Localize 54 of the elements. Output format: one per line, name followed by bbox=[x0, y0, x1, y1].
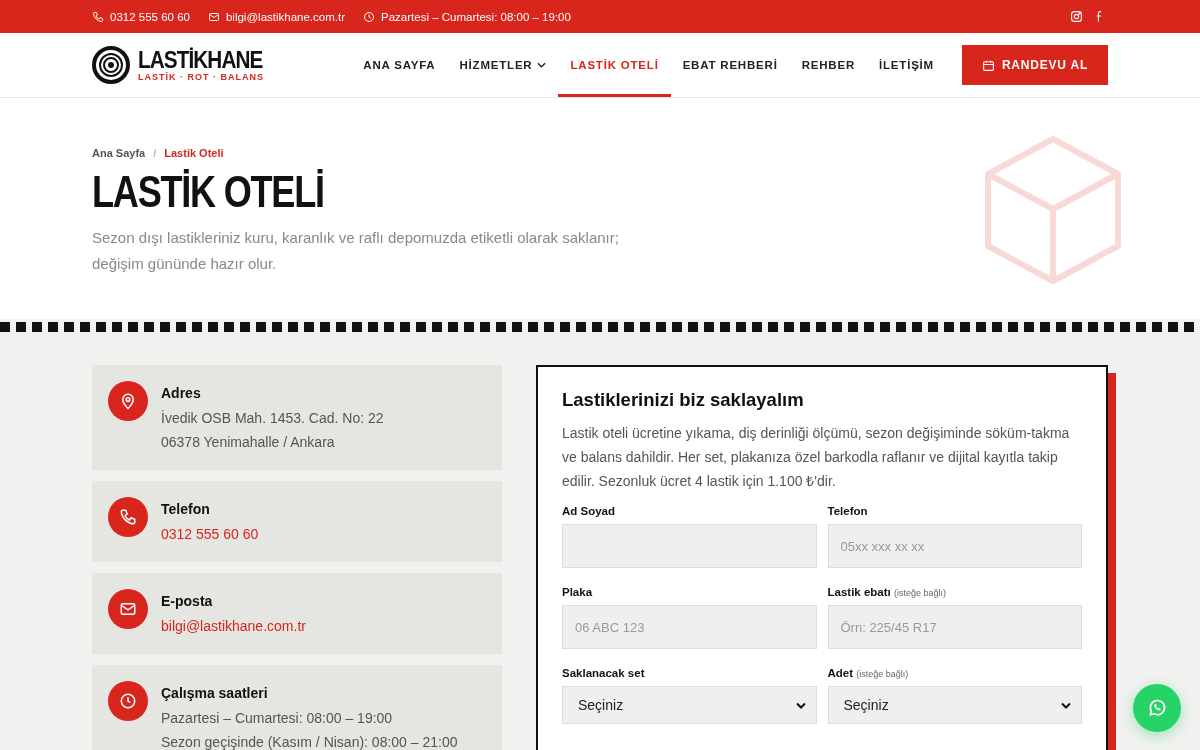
field-label: Telefon bbox=[827, 505, 869, 517]
input-field[interactable]: Örn: 225/45 R17 bbox=[827, 605, 1082, 649]
nav-link[interactable]: İLETİŞİM bbox=[867, 33, 946, 97]
field-label: Adet (isteğe bağlı) bbox=[827, 667, 910, 679]
location-pin-icon bbox=[119, 392, 137, 410]
appointment-button[interactable]: RANDEVU AL bbox=[962, 45, 1108, 85]
select-field[interactable]: Seçiniz bbox=[827, 686, 1082, 724]
tire-logo-icon[interactable] bbox=[92, 46, 130, 84]
chevron-down-icon bbox=[795, 701, 806, 709]
phone-icon bbox=[119, 508, 137, 526]
page-title: LASTİK OTELİ bbox=[92, 166, 325, 217]
form-description: Lastik oteli ücretine yıkama, diş derinliği ölçümü, sezon değişiminde söküm-takma ve balans dahildir. Her set, plakanıza özel barkodla raflanır ve dijital kayıtla takip edilir. Sezonluk ücret 4 lastik için 1.100 ₺'dir. bbox=[562, 424, 1071, 491]
card-title: Adres bbox=[161, 384, 202, 402]
brand-tagline: LASTİK · ROT · BALANS bbox=[138, 72, 265, 82]
card-title: E-posta bbox=[161, 592, 214, 610]
field-label: Ad Soyad bbox=[562, 505, 617, 517]
contact-detail: İvedik OSB Mah. 1453. Cad. No: 22 bbox=[161, 409, 384, 428]
mail-icon bbox=[119, 600, 137, 618]
card-title: Çalışma saatleri bbox=[161, 684, 269, 702]
whatsapp-icon bbox=[1147, 698, 1167, 718]
contact-detail: 06378 Yenimahalle / Ankara bbox=[161, 433, 336, 452]
brand-name[interactable]: LASTİKHANE bbox=[138, 48, 263, 72]
field-label: Saklanacak set bbox=[562, 667, 646, 679]
contact-detail: Pazartesi – Cumartesi: 08:00 – 19:00 bbox=[161, 709, 394, 728]
clock-icon bbox=[119, 692, 137, 710]
nav-link[interactable]: REHBER bbox=[789, 33, 868, 97]
breadcrumb-separator: / bbox=[153, 146, 157, 159]
field-label: Plaka bbox=[562, 586, 594, 598]
breadcrumb-link[interactable]: Ana Sayfa bbox=[92, 146, 146, 159]
input-field[interactable] bbox=[562, 524, 817, 568]
nav-link[interactable]: ANA SAYFA bbox=[351, 33, 448, 97]
mail-icon bbox=[207, 10, 220, 23]
phone-link[interactable]: 0312 555 60 60 bbox=[110, 10, 190, 23]
instagram-icon[interactable] bbox=[1070, 10, 1083, 23]
nav-link[interactable]: EBAT REHBERİ bbox=[670, 33, 790, 97]
input-field[interactable]: 05xx xxx xx xx bbox=[827, 524, 1082, 568]
field-label: Lastik ebatı (isteğe bağlı) bbox=[827, 586, 947, 598]
opening-hours: Pazartesi – Cumartesi: 08:00 – 19:00 bbox=[381, 10, 571, 23]
page-description: Sezon dışı lastikleriniz kuru, karanlık ve raflı depomuzda etiketli olarak saklanır; değişim gününde hazır olur. bbox=[92, 227, 620, 274]
nav-link[interactable]: HİZMETLER bbox=[447, 33, 559, 97]
calendar-icon bbox=[981, 58, 995, 72]
email-link[interactable]: bilgi@lastikhane.com.tr bbox=[225, 10, 345, 23]
input-field[interactable]: 06 ABC 123 bbox=[562, 605, 817, 649]
clock-icon bbox=[363, 10, 375, 23]
contact-detail: Sezon geçişinde (Kasım / Nisan): 08:00 – 21:00 bbox=[161, 733, 458, 750]
phone-icon bbox=[92, 10, 104, 23]
contact-link[interactable]: bilgi@lastikhane.com.tr bbox=[161, 614, 306, 638]
select-field[interactable]: Seçiniz bbox=[562, 686, 817, 724]
card-title: Telefon bbox=[161, 500, 211, 518]
breadcrumb-current: Lastik Oteli bbox=[164, 146, 224, 159]
facebook-icon[interactable] bbox=[1095, 10, 1104, 23]
contact-link[interactable]: 0312 555 60 60 bbox=[161, 522, 259, 546]
form-title: Lastiklerinizi biz saklayalım bbox=[562, 389, 805, 411]
chevron-down-icon bbox=[1061, 701, 1071, 709]
